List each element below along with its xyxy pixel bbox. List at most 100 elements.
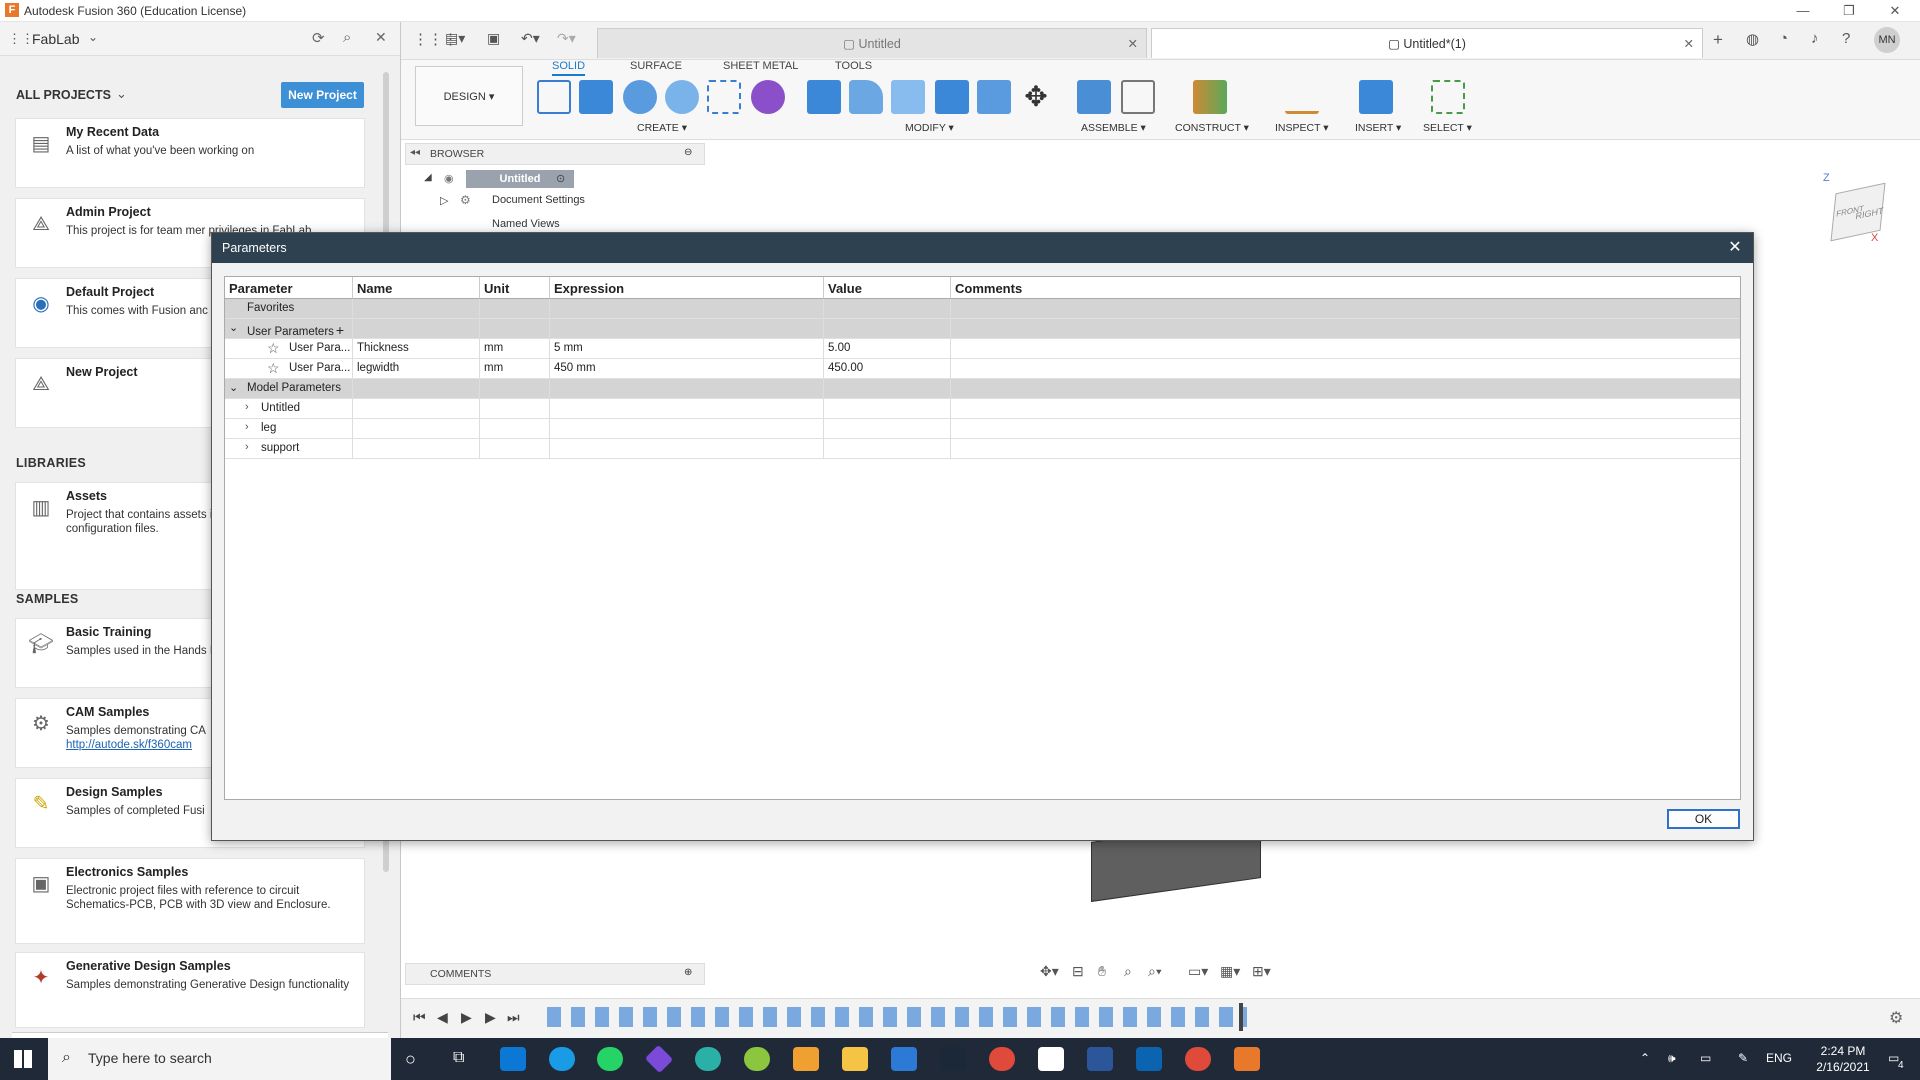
pen-icon[interactable]: ✎ — [1738, 1051, 1748, 1065]
viewports-icon[interactable]: ⊞▾ — [1252, 963, 1271, 980]
inspect-menu[interactable]: INSPECT ▾ — [1275, 122, 1329, 134]
arduino-icon[interactable] — [744, 1047, 770, 1071]
volume-icon[interactable]: 🕪︎ — [1668, 1051, 1676, 1066]
construct-menu[interactable]: CONSTRUCT ▾ — [1175, 122, 1249, 134]
chrome-profile-icon[interactable] — [1185, 1047, 1211, 1071]
col-header-parameter[interactable]: Parameter — [225, 277, 353, 299]
search-icon[interactable]: ⌕ — [343, 29, 351, 46]
timeline-settings-gear-icon[interactable]: ⚙ — [1889, 1008, 1903, 1028]
measure-icon[interactable] — [1285, 80, 1319, 114]
pan-hand-icon[interactable]: ✋︎ — [1098, 963, 1106, 980]
col-header-value[interactable]: Value — [824, 277, 951, 299]
list-item[interactable]: › leg — [225, 419, 1740, 439]
network-icon[interactable]: ▭ — [1700, 1051, 1711, 1065]
tab-untitled-1[interactable]: ▢ Untitled*(1) ✕ — [1151, 28, 1703, 58]
job-status-icon[interactable]: ◔ — [1779, 30, 1788, 47]
undo-icon[interactable]: ↶▾ — [521, 30, 540, 47]
tab-surface[interactable]: SURFACE — [630, 60, 682, 72]
col-header-expression[interactable]: Expression — [550, 277, 824, 299]
user-parameters-group-row[interactable]: ⌄ User Parameters + — [225, 319, 1740, 339]
pattern-icon[interactable] — [707, 80, 741, 114]
split-body-icon[interactable] — [977, 80, 1011, 114]
file-menu-icon[interactable]: ▤▾ — [445, 30, 465, 47]
param-unit-cell[interactable]: mm — [480, 359, 550, 379]
mail-icon[interactable] — [891, 1047, 917, 1071]
revolve-icon[interactable] — [623, 80, 657, 114]
insert-image-icon[interactable] — [1359, 80, 1393, 114]
minimize-button[interactable]: — — [1780, 0, 1826, 22]
show-hidden-icons-icon[interactable]: ⌃ — [1640, 1051, 1650, 1065]
create-menu[interactable]: CREATE ▾ — [637, 122, 687, 134]
modify-menu[interactable]: MODIFY ▾ — [905, 122, 954, 134]
close-tab-icon[interactable]: ✕ — [1684, 29, 1694, 59]
model-parameters-group-row[interactable]: ⌄ Model Parameters — [225, 379, 1740, 399]
extensions-icon[interactable]: ◍ — [1746, 30, 1759, 48]
sample-card-electronics[interactable]: ▣ Electronics Samples Electronic project… — [15, 858, 365, 944]
col-header-unit[interactable]: Unit — [480, 277, 550, 299]
orbit-icon[interactable]: ✥▾ — [1040, 963, 1059, 980]
favorites-row[interactable]: Favorites — [225, 299, 1740, 319]
param-comment-cell[interactable] — [951, 359, 1740, 379]
steam-icon[interactable] — [940, 1047, 966, 1071]
tab-sheet-metal[interactable]: SHEET METAL — [723, 60, 798, 72]
document-settings-node[interactable]: Document Settings — [492, 194, 585, 206]
insert-menu[interactable]: INSERT ▾ — [1355, 122, 1401, 134]
close-panel-icon[interactable]: ✕ — [375, 29, 387, 46]
press-pull-icon[interactable] — [807, 80, 841, 114]
param-expression-cell[interactable]: 450 mm — [550, 359, 824, 379]
add-user-parameter-icon[interactable]: + — [336, 322, 344, 338]
form-icon[interactable] — [751, 80, 785, 114]
notepad-icon[interactable] — [1038, 1047, 1064, 1071]
tab-tools[interactable]: TOOLS — [835, 60, 872, 72]
ok-button[interactable]: OK — [1667, 809, 1740, 829]
cam-samples-link[interactable]: http://autode.sk/f360cam — [66, 739, 192, 751]
help-icon[interactable]: ? — [1842, 30, 1850, 47]
taskbar-search-input[interactable]: Type here to search — [48, 1038, 391, 1080]
task-view-icon[interactable]: ⧉ — [453, 1049, 464, 1067]
redo-icon[interactable]: ↷▾ — [557, 30, 576, 47]
step-forward-icon[interactable]: ▶︎ — [485, 1009, 496, 1026]
collapse-browser-icon[interactable]: ◂◂ — [410, 147, 420, 158]
whatsapp-icon[interactable] — [597, 1047, 623, 1071]
play-icon[interactable]: ▶︎ — [461, 1009, 472, 1026]
chevron-right-icon[interactable]: › — [245, 401, 249, 413]
timeline-marker[interactable] — [1239, 1003, 1243, 1031]
param-name-cell[interactable]: Thickness — [353, 339, 480, 359]
sample-card-generative[interactable]: ✦ Generative Design Samples Samples demo… — [15, 952, 365, 1028]
add-comment-icon[interactable]: ⊕ — [684, 967, 692, 978]
vlc-icon[interactable] — [793, 1047, 819, 1071]
shell-icon[interactable] — [891, 80, 925, 114]
display-settings-icon[interactable]: ▭▾ — [1188, 963, 1208, 980]
all-projects-label[interactable]: ALL PROJECTS — [16, 88, 111, 102]
look-at-icon[interactable]: ⊟ — [1072, 963, 1084, 980]
team-name[interactable]: FabLab — [32, 31, 79, 47]
zoom-icon[interactable]: ⌕ — [1124, 963, 1132, 980]
chevron-down-icon[interactable]: ⌄ — [116, 86, 127, 102]
cortana-icon[interactable]: ○ — [405, 1049, 416, 1070]
assemble-menu[interactable]: ASSEMBLE ▾ — [1081, 122, 1146, 134]
fit-icon[interactable]: ⌕▾ — [1148, 963, 1162, 980]
param-name-cell[interactable]: legwidth — [353, 359, 480, 379]
chevron-down-icon[interactable]: ⌄ — [88, 30, 98, 44]
language-indicator[interactable]: ENG — [1766, 1051, 1792, 1065]
new-project-button[interactable]: New Project — [281, 82, 364, 108]
expand-icon[interactable]: ◢ — [424, 172, 432, 183]
close-tab-icon[interactable]: ✕ — [1128, 29, 1138, 59]
favorite-star-icon[interactable]: ☆ — [267, 340, 280, 357]
chevron-right-icon[interactable]: › — [245, 421, 249, 433]
close-window-button[interactable]: ✕ — [1872, 0, 1918, 22]
viewcube[interactable]: Z FRONT RIGHT X — [1819, 172, 1889, 244]
go-to-start-icon[interactable]: ⏮︎ — [413, 1009, 426, 1026]
param-comment-cell[interactable] — [951, 339, 1740, 359]
offset-plane-icon[interactable] — [1193, 80, 1227, 114]
new-tab-icon[interactable]: + — [1713, 30, 1723, 50]
visual-studio-icon[interactable] — [644, 1044, 674, 1074]
project-card-recent[interactable]: ▤ My Recent Data A list of what you've b… — [15, 118, 365, 188]
favorite-star-icon[interactable]: ☆ — [267, 360, 280, 377]
windows-start-icon[interactable] — [14, 1050, 32, 1068]
store-icon[interactable] — [500, 1047, 526, 1071]
list-item[interactable]: › support — [225, 439, 1740, 459]
timeline-features[interactable] — [547, 1007, 1247, 1027]
clock[interactable]: 2:24 PM 2/16/2021 — [1808, 1043, 1878, 1075]
save-icon[interactable]: ▣ — [487, 30, 500, 47]
